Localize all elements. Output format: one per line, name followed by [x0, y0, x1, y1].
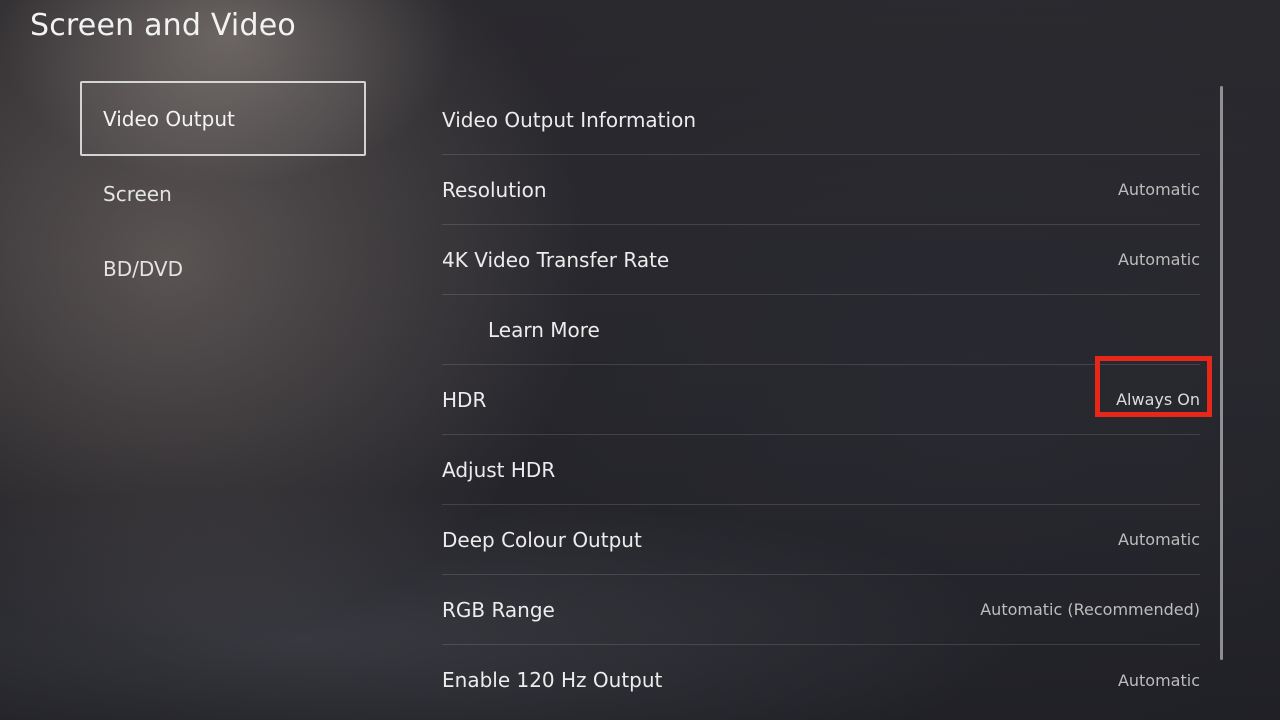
sidebar: Video Output Screen BD/DVD [80, 81, 366, 306]
page-title: Screen and Video [30, 8, 296, 43]
setting-label: HDR [442, 387, 487, 412]
setting-deep-colour-output[interactable]: Deep Colour Output Automatic [442, 505, 1200, 575]
setting-4k-video-transfer-rate[interactable]: 4K Video Transfer Rate Automatic [442, 225, 1200, 295]
setting-value: Automatic (Recommended) [980, 600, 1200, 619]
setting-label: RGB Range [442, 597, 555, 622]
setting-label: Deep Colour Output [442, 527, 642, 552]
sidebar-item-bd-dvd[interactable]: BD/DVD [80, 231, 366, 306]
setting-video-output-information[interactable]: Video Output Information [442, 85, 1200, 155]
setting-value: Automatic [1117, 250, 1200, 269]
setting-hdr[interactable]: HDR Always On [442, 356, 1213, 435]
setting-label: Adjust HDR [442, 457, 556, 482]
setting-label: 4K Video Transfer Rate [442, 247, 670, 272]
setting-label: Enable 120 Hz Output [442, 668, 663, 692]
setting-resolution[interactable]: Resolution Automatic [442, 155, 1200, 225]
setting-rgb-range[interactable]: RGB Range Automatic (Recommended) [442, 575, 1200, 645]
setting-label: Video Output Information [442, 107, 696, 132]
setting-value: Automatic [1117, 180, 1200, 199]
setting-value: Always On [1116, 390, 1200, 409]
sidebar-item-video-output[interactable]: Video Output [80, 81, 366, 156]
setting-label: Resolution [442, 177, 547, 202]
sidebar-item-label: BD/DVD [103, 256, 183, 281]
sidebar-item-screen[interactable]: Screen [80, 156, 366, 231]
setting-value-wrapper: Always On [1095, 356, 1213, 417]
scrollbar[interactable] [1220, 86, 1223, 660]
setting-enable-120hz-output[interactable]: Enable 120 Hz Output Automatic [442, 645, 1200, 715]
sidebar-item-label: Screen [103, 181, 172, 206]
settings-list: Video Output Information Resolution Auto… [442, 85, 1213, 715]
setting-adjust-hdr[interactable]: Adjust HDR [442, 435, 1200, 505]
scrollbar-thumb[interactable] [1220, 86, 1223, 660]
setting-value: Automatic [1117, 530, 1200, 549]
setting-label: Learn More [488, 317, 600, 342]
setting-value: Automatic [1117, 670, 1200, 690]
sidebar-item-label: Video Output [103, 106, 235, 131]
setting-learn-more[interactable]: Learn More [442, 295, 1200, 365]
